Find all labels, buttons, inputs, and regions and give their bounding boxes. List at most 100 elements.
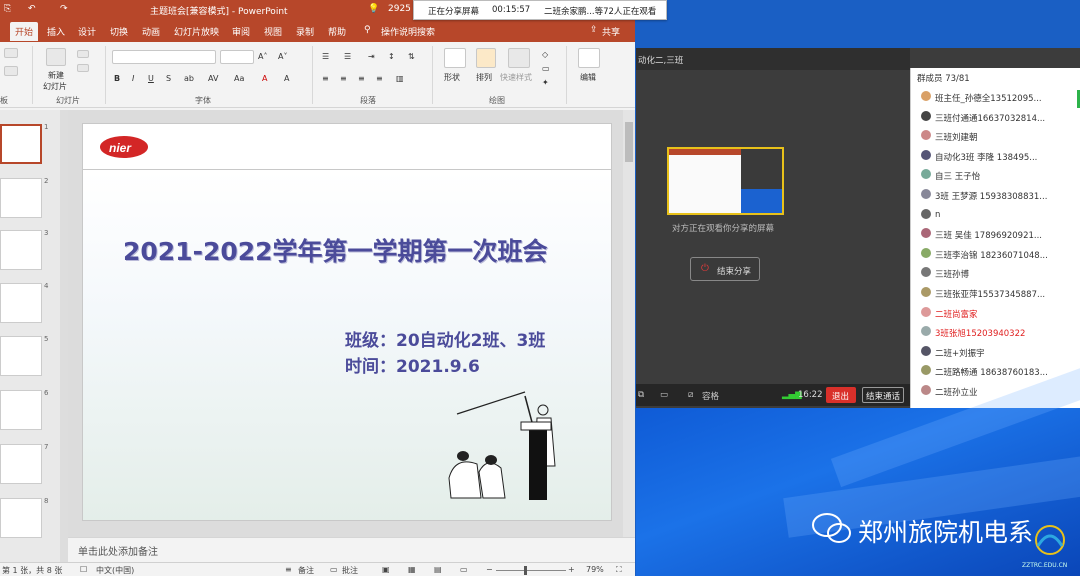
comments-icon[interactable]: ▭ xyxy=(330,565,338,574)
reading-view-icon[interactable]: ▤ xyxy=(434,565,442,574)
thumb-scrollbar[interactable] xyxy=(60,110,68,562)
arrange-label[interactable]: 排列 xyxy=(476,72,492,83)
editor-scrollbar[interactable] xyxy=(623,110,635,537)
notes-icon[interactable]: ≡ xyxy=(285,565,292,574)
sorter-view-icon[interactable]: ▦ xyxy=(408,565,416,574)
text-direction-icon[interactable]: ⇅ xyxy=(408,52,415,61)
zoom-out-icon[interactable]: − xyxy=(486,565,493,574)
new-slide-icon[interactable] xyxy=(46,48,66,66)
share-icon[interactable]: ⇪ xyxy=(590,25,598,35)
redo-icon[interactable]: ↷ xyxy=(60,4,68,14)
slide-thumb-1[interactable] xyxy=(0,124,42,164)
notes-placeholder[interactable]: 单击此处添加备注 xyxy=(78,543,158,558)
tab-home[interactable]: 开始 xyxy=(10,22,39,41)
tab-design[interactable]: 设计 xyxy=(78,25,96,38)
layout-icon[interactable] xyxy=(77,50,89,58)
columns-icon[interactable]: ▥ xyxy=(396,74,404,83)
normal-view-icon[interactable]: ▣ xyxy=(382,565,390,574)
slide-thumb-6[interactable] xyxy=(0,390,42,430)
slide-thumb-8[interactable] xyxy=(0,498,42,538)
screen-icon[interactable]: ⧉ xyxy=(638,390,644,400)
effects-icon[interactable]: ✦ xyxy=(542,78,549,87)
end-share-button[interactable]: ⏻ 结束分享 xyxy=(690,257,760,281)
shapes-icon[interactable] xyxy=(444,48,466,68)
tell-me-search[interactable]: 操作说明搜索 xyxy=(381,25,435,38)
shadow-icon[interactable]: ab xyxy=(184,74,194,83)
notes-toggle[interactable]: 备注 xyxy=(298,565,314,576)
tab-record[interactable]: 录制 xyxy=(296,25,314,38)
tab-view[interactable]: 视图 xyxy=(264,25,282,38)
justify-icon[interactable]: ≡ xyxy=(376,74,383,83)
member-row[interactable]: 三班付通通16637032814... xyxy=(921,108,1076,126)
numbering-icon[interactable]: ☰ xyxy=(344,52,351,61)
slide-thumb-2[interactable] xyxy=(0,178,42,218)
member-row[interactable]: 三班 吴佳 17896920921... xyxy=(921,225,1076,243)
arrange-icon[interactable] xyxy=(476,48,496,68)
member-row[interactable]: 三班李治锦 18236071048... xyxy=(921,245,1076,263)
clear-format-icon[interactable]: A xyxy=(284,74,289,83)
share-button[interactable]: 共享 xyxy=(602,25,620,38)
shrink-font-icon[interactable]: A˅ xyxy=(278,52,287,61)
new-slide-label-1[interactable]: 新建 xyxy=(40,70,72,81)
zoom-in-icon[interactable]: + xyxy=(568,565,575,574)
slide-class-line[interactable]: 班级：20自动化2班、3班 xyxy=(345,326,545,351)
quick-styles-label[interactable]: 快速样式 xyxy=(500,72,532,83)
member-row[interactable]: 三班刘建朝 xyxy=(921,127,1076,145)
slideshow-view-icon[interactable]: ▭ xyxy=(460,565,468,574)
language-status[interactable]: 中文(中国) xyxy=(96,565,134,576)
font-name-select[interactable] xyxy=(112,50,216,64)
comments-toggle[interactable]: 批注 xyxy=(342,565,358,576)
tab-insert[interactable]: 插入 xyxy=(47,25,65,38)
zoom-slider-thumb[interactable] xyxy=(524,566,527,575)
slide-canvas[interactable]: nier 2021-2022学年第一学期第一次班会 班级：20自动化2班、3班 … xyxy=(82,123,612,521)
spell-check-icon[interactable]: ☐ xyxy=(80,565,87,574)
case-icon[interactable]: Aa xyxy=(234,74,244,83)
copy-icon[interactable] xyxy=(4,66,18,76)
grow-font-icon[interactable]: A˄ xyxy=(258,52,267,61)
scroll-thumb[interactable] xyxy=(625,122,633,162)
align-left-icon[interactable]: ≡ xyxy=(322,74,329,83)
align-center-icon[interactable]: ≡ xyxy=(340,74,347,83)
find-icon[interactable] xyxy=(578,48,600,68)
member-row[interactable]: 自三 王子怡 xyxy=(921,166,1076,184)
edit-label[interactable]: 编辑 xyxy=(580,72,596,83)
notes-pane[interactable]: 单击此处添加备注 xyxy=(68,537,635,562)
exit-button[interactable]: 退出 xyxy=(826,387,856,403)
tab-animations[interactable]: 动画 xyxy=(142,25,160,38)
strikethrough-icon[interactable]: S xyxy=(166,74,171,83)
outline-icon[interactable]: ▭ xyxy=(542,64,550,73)
member-row[interactable]: 3班张旭15203940322 xyxy=(921,323,1076,341)
undo-icon[interactable]: ↶ xyxy=(28,4,36,14)
member-row[interactable]: 三班孙博 xyxy=(921,264,1076,282)
member-row[interactable]: 班主任_孙德全13512095... xyxy=(921,88,1076,106)
fit-slide-icon[interactable]: ⛶ xyxy=(616,565,622,575)
tab-review[interactable]: 审阅 xyxy=(232,25,250,38)
paste-icon[interactable] xyxy=(4,48,18,58)
slide-time-line[interactable]: 时间：2021.9.6 xyxy=(345,352,480,377)
zoom-level[interactable]: 79% xyxy=(586,565,604,574)
member-row[interactable]: 三班张亚萍15537345887... xyxy=(921,284,1076,302)
slide-thumb-5[interactable] xyxy=(0,336,42,376)
font-size-select[interactable] xyxy=(220,50,254,64)
slide-thumb-4[interactable] xyxy=(0,283,42,323)
tab-help[interactable]: 帮助 xyxy=(328,25,346,38)
member-row[interactable]: 3班 王梦源 15938308831... xyxy=(921,186,1076,204)
member-row[interactable]: 二班尚富家 xyxy=(921,304,1076,322)
end-call-button[interactable]: 结束通话 xyxy=(862,387,904,403)
reset-icon[interactable] xyxy=(77,64,89,72)
zoom-slider[interactable] xyxy=(496,570,566,571)
new-slide-label-2[interactable]: 幻灯片 xyxy=(38,81,72,92)
shapes-label[interactable]: 形状 xyxy=(444,72,460,83)
member-row[interactable]: n xyxy=(921,206,1076,224)
tab-slideshow[interactable]: 幻灯片放映 xyxy=(174,25,219,38)
mute-icon[interactable]: ⧄ xyxy=(688,390,693,400)
bullets-icon[interactable]: ☰ xyxy=(322,52,329,61)
spacing-icon[interactable]: AV xyxy=(208,74,218,83)
slide-thumb-7[interactable] xyxy=(0,444,42,484)
member-row[interactable]: 自动化3班 李隆 138495... xyxy=(921,147,1076,165)
quick-styles-icon[interactable] xyxy=(508,48,530,68)
underline-icon[interactable]: U xyxy=(148,74,154,83)
fill-icon[interactable]: ◇ xyxy=(542,50,548,59)
window-icon[interactable]: ▭ xyxy=(660,390,668,400)
align-right-icon[interactable]: ≡ xyxy=(358,74,365,83)
